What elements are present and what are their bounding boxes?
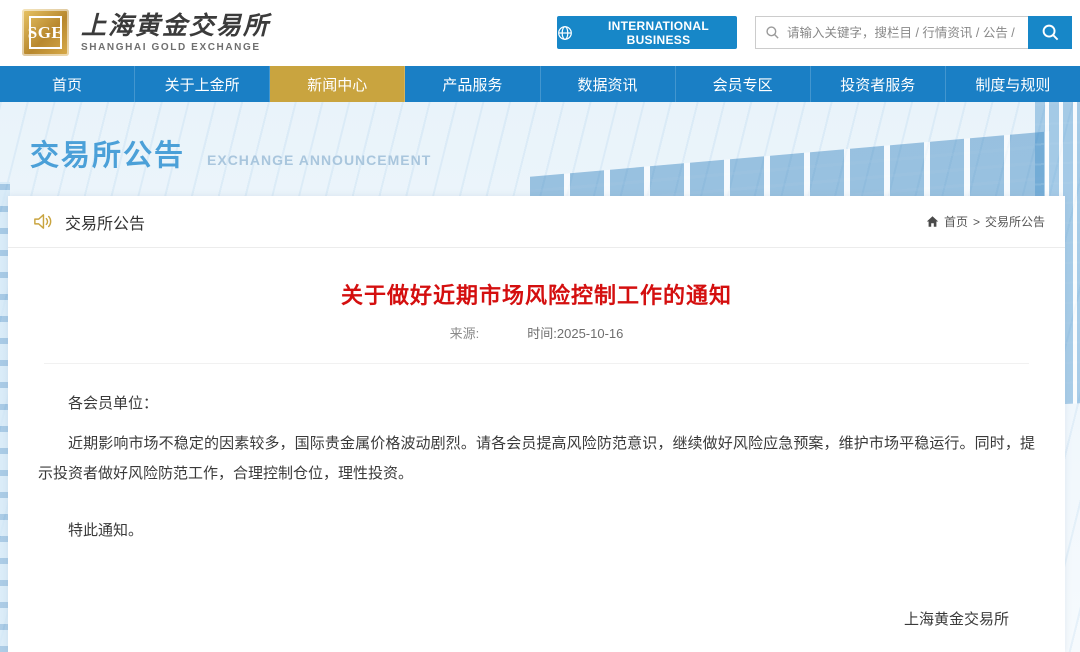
article-meta: 来源: 时间:2025-10-16: [38, 323, 1035, 342]
search-input-box: [755, 16, 1028, 49]
top-header: SGE 上海黄金交易所 SHANGHAI GOLD EXCHANGE INTER…: [0, 0, 1080, 66]
article-source-label: 来源:: [449, 326, 480, 341]
brand-logo[interactable]: SGE 上海黄金交易所 SHANGHAI GOLD EXCHANGE: [22, 9, 270, 56]
banner-title-cn: 交易所公告: [30, 140, 186, 172]
section-header: 交易所公告 首页 > 交易所公告: [8, 196, 1065, 248]
search-button[interactable]: [1028, 16, 1072, 49]
breadcrumb: 首页 > 交易所公告: [926, 213, 1045, 230]
article-time-label: 时间:: [527, 326, 557, 341]
search-button-icon: [1041, 23, 1060, 42]
breadcrumb-current: 交易所公告: [984, 215, 1045, 229]
search-bar: [755, 16, 1072, 49]
breadcrumb-separator: >: [972, 214, 980, 229]
nav-tab-members[interactable]: 会员专区: [676, 66, 811, 102]
article-body-paragraph: 近期影响市场不稳定的因素较多，国际贵金属价格波动剧烈。请各会员提高风险防范意识，…: [38, 435, 1035, 482]
article-signature: 上海黄金交易所: [903, 611, 1009, 628]
meta-divider: [44, 363, 1029, 364]
article-salutation: 各会员单位：: [68, 395, 159, 412]
brand-text: 上海黄金交易所 SHANGHAI GOLD EXCHANGE: [81, 12, 270, 53]
brand-name-en: SHANGHAI GOLD EXCHANGE: [81, 41, 261, 53]
article-closing: 特此通知。: [68, 522, 144, 539]
brand-name-cn: 上海黄金交易所: [81, 11, 271, 41]
banner-titles: 交易所公告 EXCHANGE ANNOUNCEMENT: [30, 132, 431, 174]
nav-tab-home[interactable]: 首页: [0, 66, 136, 102]
globe-icon: [557, 25, 573, 41]
announcement-speaker-icon: [32, 211, 53, 232]
nav-tab-news-center[interactable]: 新闻中心: [270, 66, 406, 102]
nav-tab-about[interactable]: 关于上金所: [135, 66, 271, 102]
nav-tab-rules[interactable]: 制度与规则: [946, 66, 1080, 102]
article-time-value: 2025-10-16: [556, 326, 624, 341]
nav-tab-data[interactable]: 数据资讯: [541, 66, 676, 102]
announcement-article: 关于做好近期市场风险控制工作的通知 来源: 时间:2025-10-16 各会员单位…: [8, 278, 1065, 652]
search-icon: [765, 25, 780, 40]
article-title: 关于做好近期市场风险控制工作的通知: [340, 283, 732, 308]
home-icon: [926, 215, 939, 228]
international-business-label: INTERNATIONAL BUSINESS: [607, 18, 709, 47]
sge-logo-icon: SGE: [22, 9, 69, 56]
main-nav: 首页 关于上金所 新闻中心 产品服务 数据资讯 会员专区 投资者服务 制度与规则: [0, 66, 1080, 102]
banner-title-en: EXCHANGE ANNOUNCEMENT: [207, 152, 432, 168]
breadcrumb-home[interactable]: 首页: [944, 213, 968, 230]
nav-tab-products[interactable]: 产品服务: [405, 66, 541, 102]
section-title: 交易所公告: [65, 215, 146, 233]
international-business-button[interactable]: INTERNATIONAL BUSINESS: [557, 16, 737, 49]
search-input[interactable]: [787, 25, 1017, 40]
logo-text: SGE: [27, 22, 64, 42]
nav-tab-investor-services[interactable]: 投资者服务: [811, 66, 946, 102]
content-card: 交易所公告 首页 > 交易所公告 关于做好近期市场风险控制工作的通知 来源: 时间…: [8, 196, 1065, 652]
